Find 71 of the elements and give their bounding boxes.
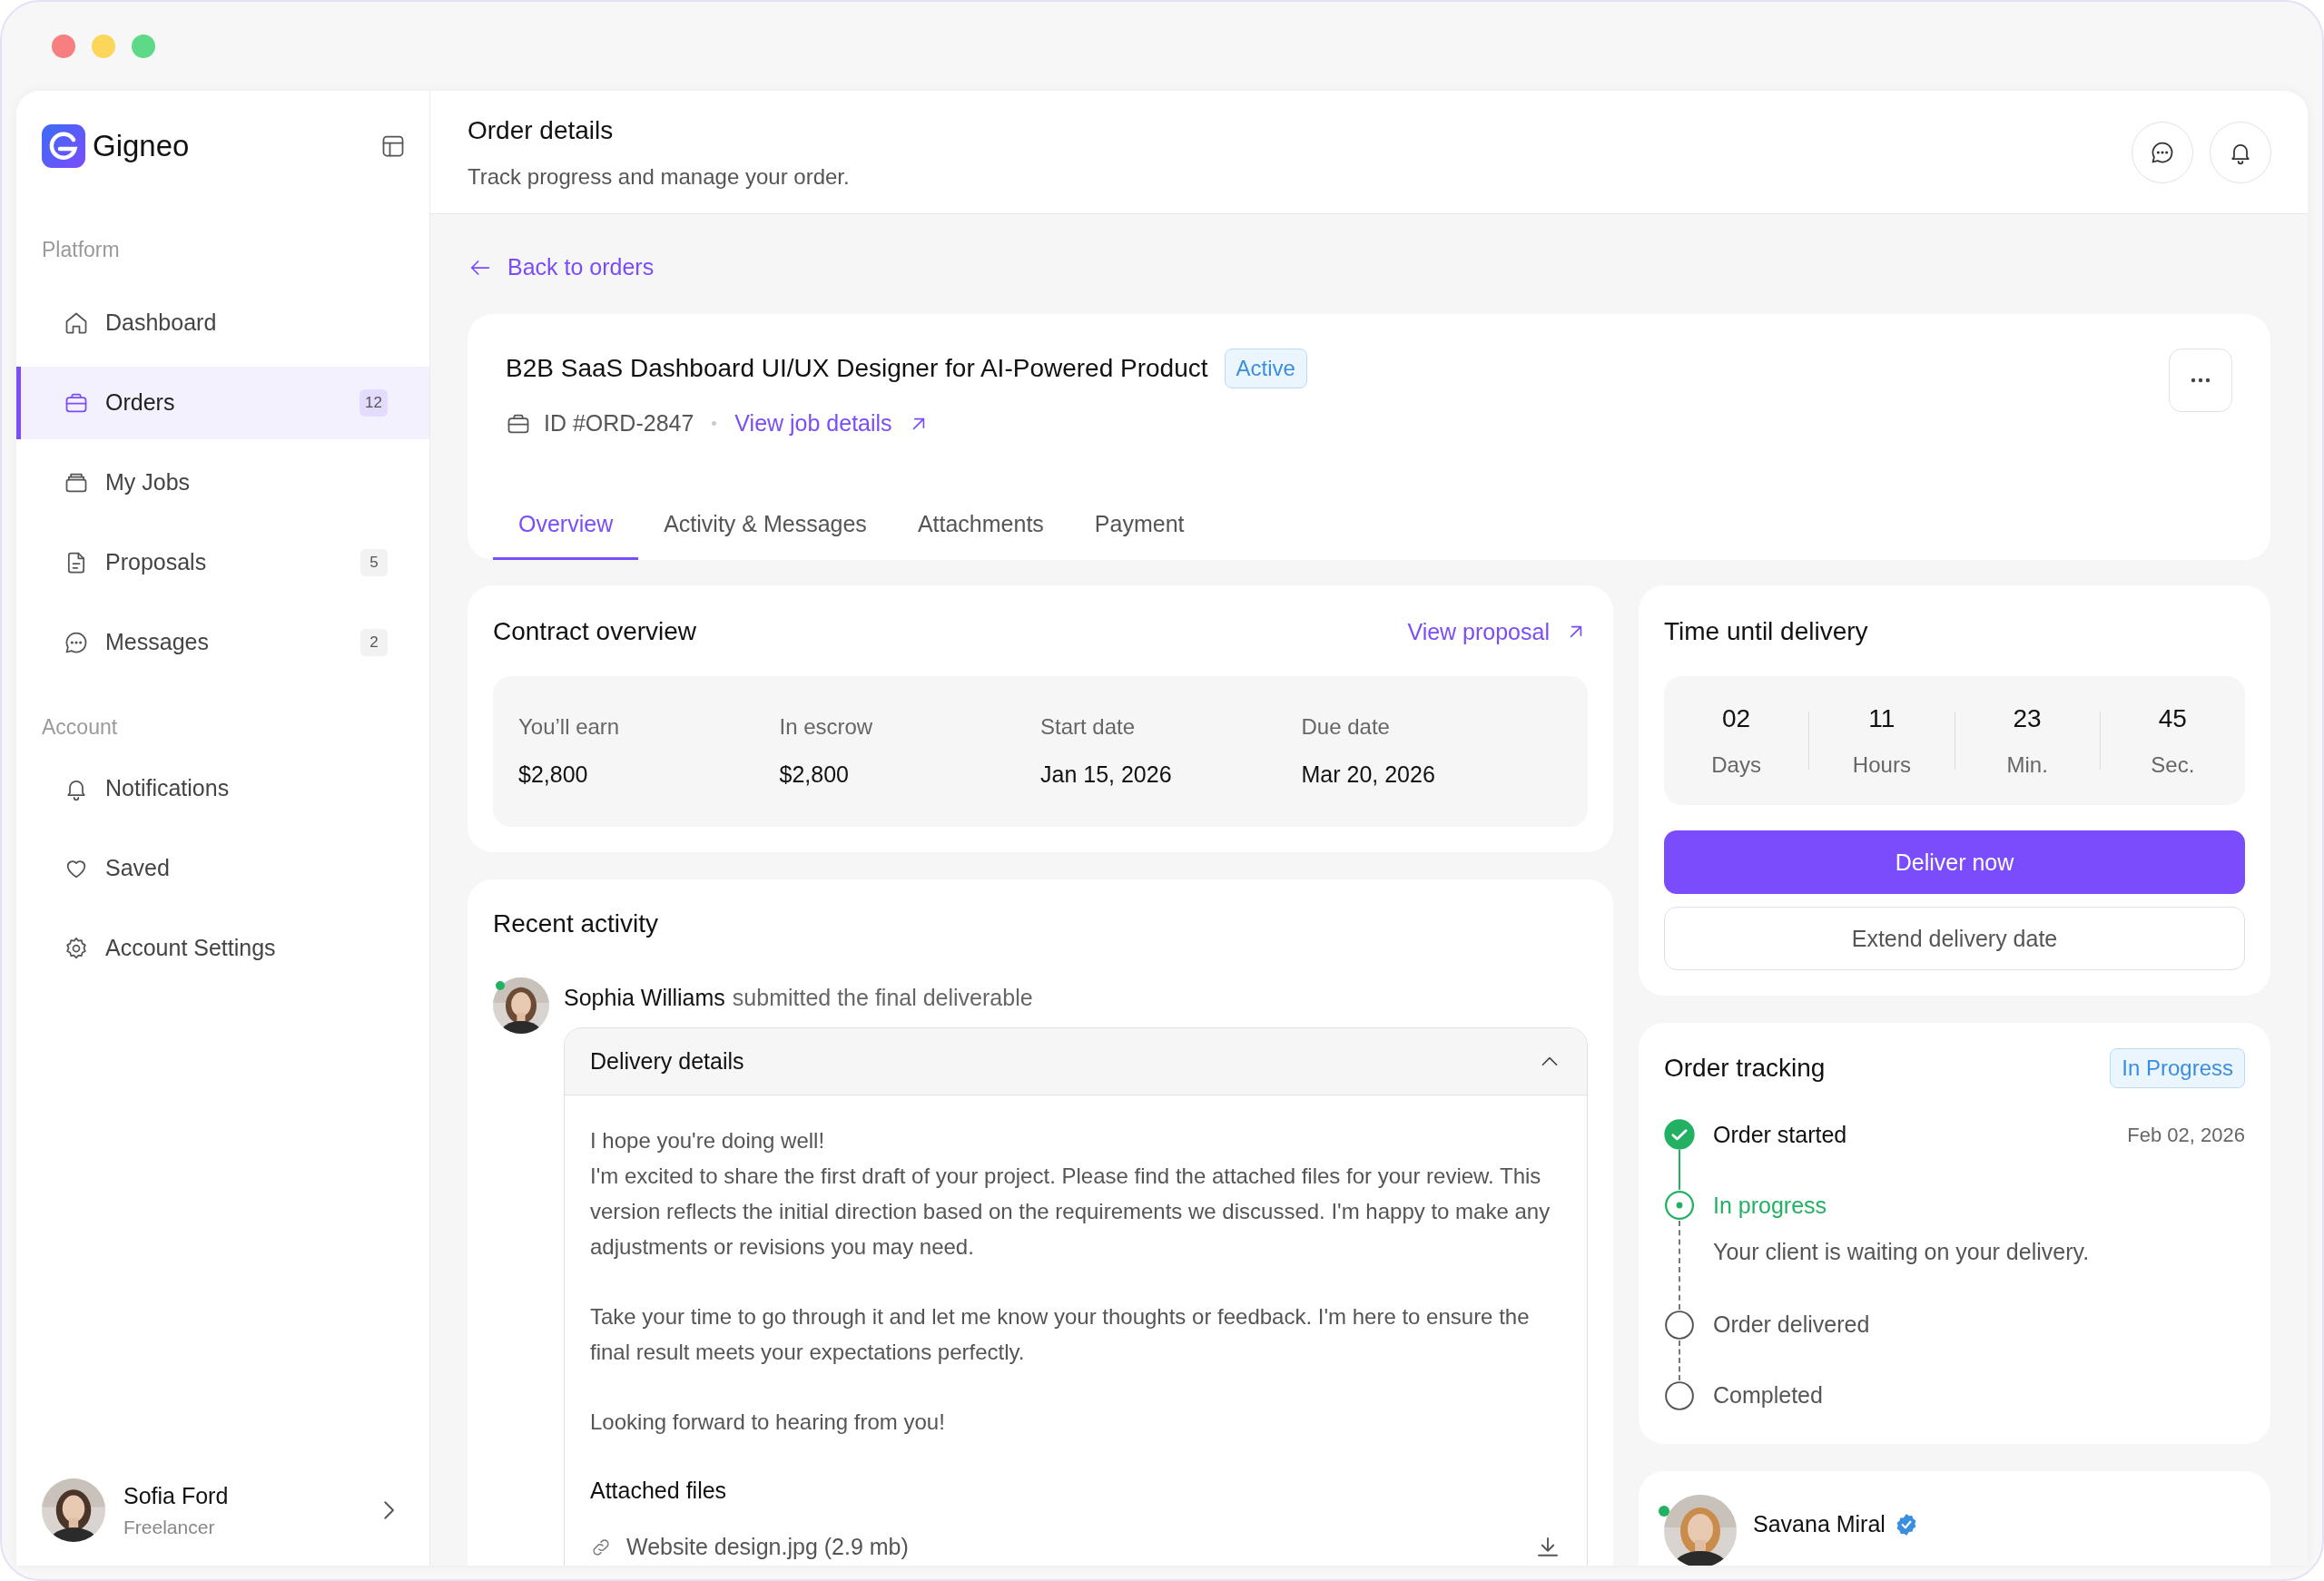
message-paragraph: Take your time to go through it and let me know your thoughts or feedback. I'm here to ensure the final result meets your expectations perfectly. <box>590 1303 1531 1367</box>
card-title: Recent activity <box>493 908 660 939</box>
tab[interactable]: Payment <box>1068 491 1210 561</box>
countdown-value: 45 <box>2158 703 2187 735</box>
section-heading: Platform <box>41 236 121 263</box>
card-title: Order tracking <box>1664 1053 1826 1085</box>
step-label: Completed <box>1713 1381 1823 1409</box>
brand-name: Gigneo <box>93 128 190 164</box>
status-badge: Active <box>1224 348 1307 388</box>
field-value: $2,800 <box>518 761 589 790</box>
accordion-header[interactable]: Delivery details <box>565 1028 1587 1096</box>
home-icon <box>64 310 89 336</box>
nav-item[interactable]: My Jobs <box>16 447 429 519</box>
field-value: Jan 15, 2026 <box>1040 761 1173 790</box>
countdown-unit: Sec. <box>2151 751 2195 780</box>
count-badge: 12 <box>359 389 388 417</box>
nav-item[interactable]: Notifications <box>16 751 429 825</box>
back-link[interactable]: Back to orders <box>468 250 655 285</box>
order-id: ID #ORD-2847 <box>544 408 694 437</box>
deliver-button[interactable]: Deliver now <box>1664 830 2245 895</box>
step-label: Order started <box>1713 1120 1847 1149</box>
user-name: Sofia Ford <box>123 1481 230 1510</box>
count-badge: 2 <box>360 629 388 656</box>
contact-name: Savana Miral <box>1753 1509 1886 1538</box>
countdown-unit: Days <box>1711 751 1761 780</box>
field-label: You’ll earn <box>518 713 621 741</box>
message-paragraph: Looking forward to hearing from you! <box>590 1409 946 1437</box>
status-badge: In Progress <box>2110 1048 2245 1089</box>
field-value: Mar 20, 2026 <box>1301 761 1436 790</box>
count-badge: 5 <box>360 549 388 576</box>
field-label: Start date <box>1040 713 1137 741</box>
field-label: In escrow <box>779 713 874 741</box>
page-title: Order details <box>468 114 615 146</box>
step-label: Order delivered <box>1713 1311 1870 1339</box>
nav-item[interactable]: Messages 2 <box>16 606 429 679</box>
section-heading: Account <box>41 714 119 741</box>
more-icon <box>2191 377 2211 383</box>
field-value: $2,800 <box>779 761 850 790</box>
nav-item[interactable]: Orders 12 <box>16 367 429 439</box>
gear-icon <box>64 935 89 961</box>
logo-icon <box>42 123 85 168</box>
nav-item[interactable]: Saved <box>16 831 429 905</box>
step-label: In progress <box>1713 1191 1827 1220</box>
step-date: Feb 02, 2026 <box>2127 1122 2245 1148</box>
nav-item[interactable]: Account Settings <box>16 911 429 985</box>
countdown-value: 02 <box>1722 703 1751 735</box>
order-title: B2B SaaS Dashboard UI/UX Designer for AI-Powered Product <box>506 352 1208 384</box>
tab[interactable]: Attachments <box>891 491 1069 561</box>
proposal-link[interactable]: View proposal <box>1407 614 1588 649</box>
page-subtitle: Track progress and manage your order. <box>468 162 850 191</box>
countdown-value: 11 <box>1868 703 1896 735</box>
extend-date-button[interactable]: Extend delivery date <box>1664 907 2245 971</box>
message-paragraph: I hope you're doing well! I'm excited to share the first draft of your project. Please find the attached files for your review. This version reflects the initial direction based on the requirements we discussed. I'm happy to make any adjustments or revisions you may need. <box>590 1127 1551 1262</box>
user-role: Freelancer <box>123 1516 216 1539</box>
activity-text: submitted the final deliverable <box>732 983 1033 1012</box>
field-label: Due date <box>1301 713 1391 741</box>
countdown-value: 23 <box>2013 703 2042 735</box>
nav-item[interactable]: Dashboard <box>16 287 429 359</box>
countdown-unit: Min. <box>2006 751 2048 780</box>
job-details-link[interactable]: View job details <box>734 406 931 441</box>
tab[interactable]: Activity & Messages <box>638 491 892 561</box>
step-note: Your client is waiting on your delivery. <box>1713 1238 2091 1267</box>
attachments-heading: Attached files <box>590 1477 728 1506</box>
countdown-unit: Hours <box>1852 751 1911 780</box>
chat-bubble-icon <box>64 630 89 655</box>
tab[interactable]: Overview <box>493 491 639 561</box>
card-title: Contract overview <box>493 616 697 648</box>
file-name: Website design.jpg (2.9 mb) <box>626 1532 910 1561</box>
card-title: Time until delivery <box>1664 616 1869 648</box>
author-name: Sophia Williams <box>564 983 725 1012</box>
nav-item[interactable]: Proposals 5 <box>16 526 429 599</box>
